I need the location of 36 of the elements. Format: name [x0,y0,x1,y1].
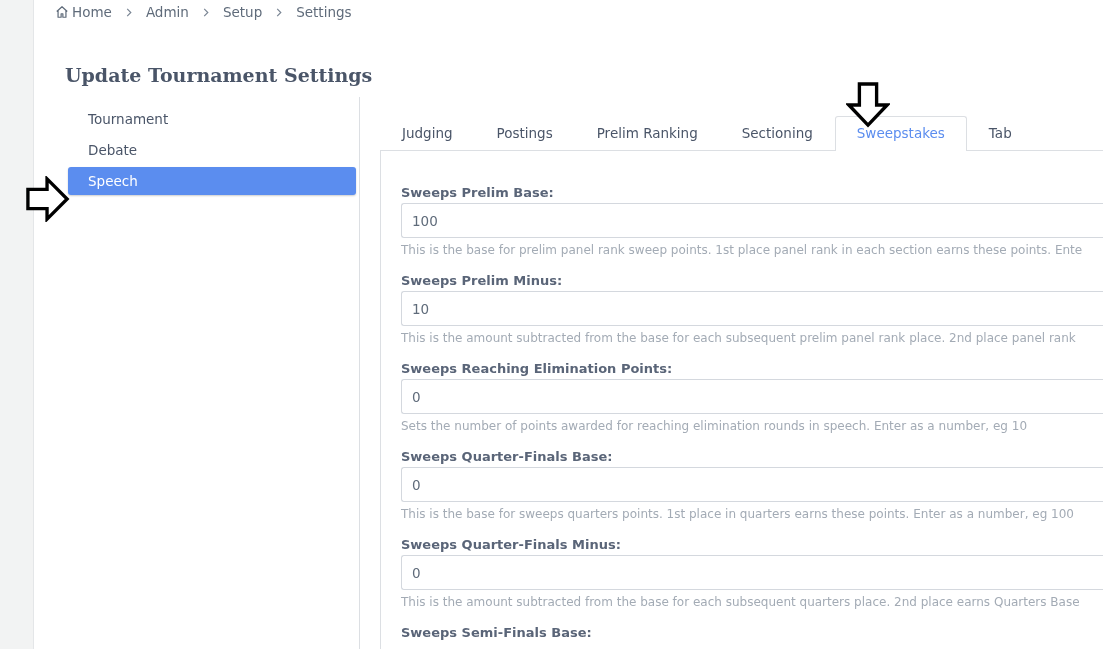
input-field[interactable]: 10 [401,291,1103,326]
field-label: Sweeps Prelim Minus: [401,273,564,288]
tab[interactable]: Sectioning [719,116,835,151]
help-text: This is the amount subtracted from the base for each subsequent quarters place. 2nd place earns Quarters Base [401,595,1081,609]
sidebar-item[interactable]: Speech [68,167,356,195]
home-icon [55,5,69,19]
field-label: Sweeps Quarter-Finals Minus: [401,537,622,552]
tab[interactable]: Tab [966,116,1034,151]
chevron-icon [202,7,209,17]
page-title: Update Tournament Settings [65,64,374,86]
sidebar-item[interactable]: Tournament [68,105,356,133]
input-field[interactable]: 0 [401,555,1103,590]
help-text: This is the base for prelim panel rank sweep points. 1st place panel rank in each section earns these points. Ente [401,243,1084,257]
breadcrumb-link[interactable]: Admin [145,4,189,20]
tab[interactable]: Postings [474,116,575,151]
chevron-icon [125,7,132,17]
field-label: Sweeps Reaching Elimination Points: [401,361,674,376]
input-field[interactable]: 100 [401,203,1103,238]
chevron-icon [276,7,283,17]
help-text: This is the base for sweeps quarters points. 1st place in quarters earns these points. Enter as a number, eg 100 [401,507,1075,521]
help-text: Sets the number of points awarded for reaching elimination rounds in speech. Enter as a number, eg 10 [401,419,1029,433]
field-label: Sweeps Semi-Finals Base: [401,625,593,640]
breadcrumb-current: Settings [296,4,352,20]
tab[interactable]: Sweepstakes [834,116,967,151]
arrow-icon [846,81,890,129]
tab[interactable]: Prelim Ranking [574,116,720,151]
home-link[interactable]: Home [55,4,112,20]
input-field[interactable]: 0 [401,379,1103,414]
tab[interactable]: Judging [380,116,475,151]
field-label: Sweeps Quarter-Finals Base: [401,449,614,464]
input-field[interactable]: 0 [401,467,1103,502]
breadcrumb-link[interactable]: Setup [222,4,263,20]
arrow-icon [26,176,70,222]
sidebar-item[interactable]: Debate [68,136,356,164]
field-label: Sweeps Prelim Base: [401,185,555,200]
help-text: This is the amount subtracted from the base for each subsequent prelim panel rank place. 2nd place panel rank [401,331,1077,345]
